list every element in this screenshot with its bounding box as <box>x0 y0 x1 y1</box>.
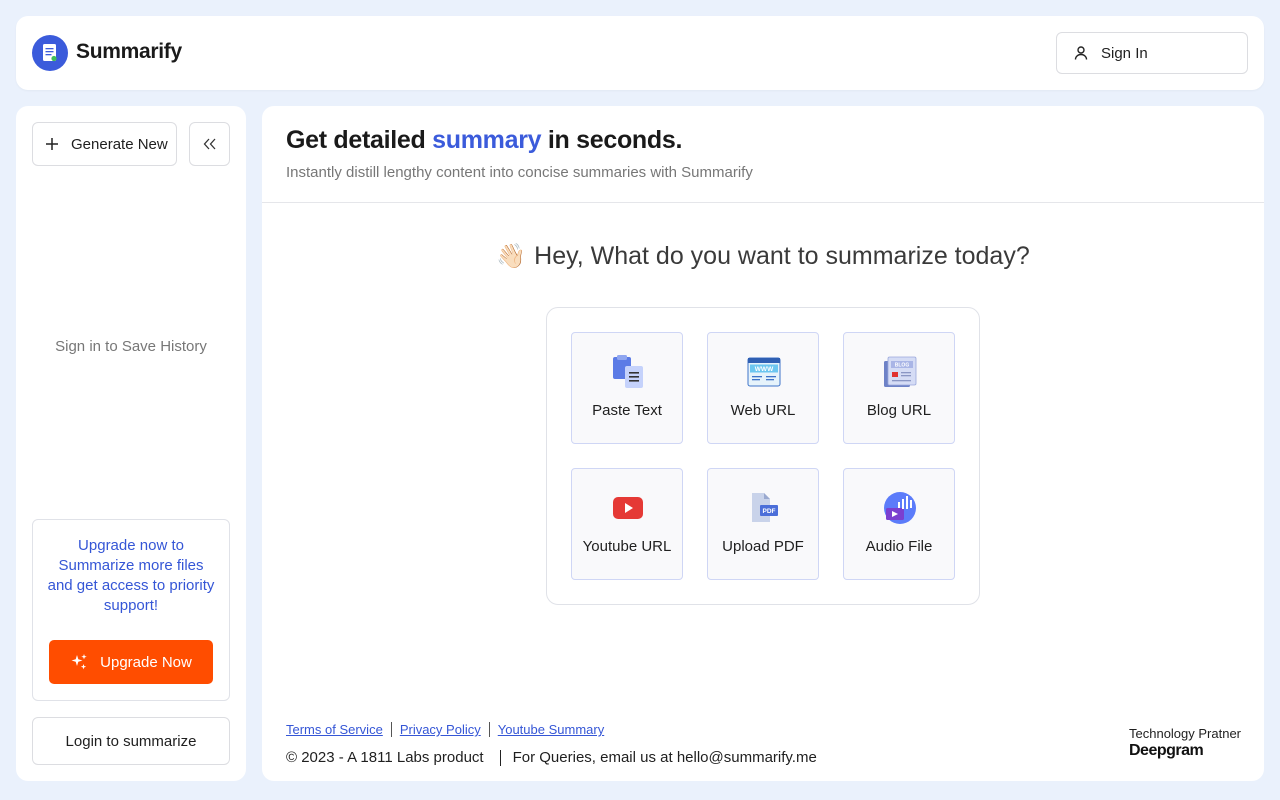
option-label: Youtube URL <box>582 538 672 555</box>
summary-options-panel: Paste Text WWW Web URL BLOG Blog URL You… <box>546 307 980 605</box>
option-label: Upload PDF <box>722 538 804 555</box>
wave-hand-icon: 👋🏻 <box>496 243 527 270</box>
web-url-icon: WWW <box>744 355 784 389</box>
option-label: Blog URL <box>866 402 932 419</box>
upgrade-now-label: Upgrade Now <box>100 653 192 671</box>
greeting: 👋🏻 Hey, What do you want to summarize tod… <box>262 242 1264 271</box>
partner-label: Technology Pratner <box>1129 726 1242 741</box>
sidebar: Generate New Sign in to Save History Upg… <box>16 106 246 781</box>
option-label: Paste Text <box>592 402 662 419</box>
headline-pre: Get detailed <box>286 126 426 154</box>
summarify-logo-icon[interactable] <box>32 35 68 71</box>
chevrons-left-icon <box>203 138 217 150</box>
brand-name[interactable]: Summarify <box>76 40 182 64</box>
svg-text:PDF: PDF <box>763 508 776 515</box>
terms-of-service-link[interactable]: Terms of Service <box>286 722 383 737</box>
plus-icon <box>45 137 59 151</box>
contact-text: For Queries, email us at hello@summarify… <box>512 749 817 766</box>
page-title: Get detailed summary in seconds. <box>286 126 682 155</box>
audio-file-icon <box>880 491 920 525</box>
main-panel: Get detailed summary in seconds. Instant… <box>262 106 1264 781</box>
deepgram-logo[interactable]: Deepgram <box>1129 742 1204 760</box>
sparkles-icon <box>70 653 88 671</box>
pdf-icon: PDF <box>744 491 784 525</box>
svg-text:WWW: WWW <box>755 366 774 373</box>
user-icon <box>1073 45 1089 61</box>
footer-copyright: © 2023 - A 1811 Labs product For Queries… <box>286 749 817 766</box>
upgrade-now-button[interactable]: Upgrade Now <box>49 640 213 684</box>
top-header: Summarify Sign In <box>16 16 1264 90</box>
privacy-policy-link[interactable]: Privacy Policy <box>400 722 481 737</box>
option-label: Audio File <box>865 538 933 555</box>
option-upload-pdf[interactable]: PDF Upload PDF <box>707 468 819 580</box>
footer-separator <box>499 749 501 766</box>
headline-accent: summary <box>432 126 542 154</box>
greeting-text: Hey, What do you want to summarize today… <box>534 242 1030 270</box>
footer-separator <box>488 722 490 737</box>
option-audio-file[interactable]: Audio File <box>843 468 955 580</box>
footer-separator <box>390 722 392 737</box>
generate-new-button[interactable]: Generate New <box>32 122 177 166</box>
history-hint: Sign in to Save History <box>55 338 207 355</box>
option-blog-url[interactable]: BLOG Blog URL <box>843 332 955 444</box>
login-to-summarize-button[interactable]: Login to summarize <box>32 717 230 765</box>
youtube-summary-link[interactable]: Youtube Summary <box>498 722 604 737</box>
sign-in-button[interactable]: Sign In <box>1056 32 1248 74</box>
copyright-text: © 2023 - A 1811 Labs product <box>286 749 484 766</box>
headline-post: in seconds. <box>547 126 683 154</box>
header-divider <box>262 202 1264 203</box>
option-label: Web URL <box>730 402 796 419</box>
option-paste-text[interactable]: Paste Text <box>571 332 683 444</box>
paste-text-icon <box>608 355 648 389</box>
sign-in-label: Sign In <box>1101 44 1148 62</box>
svg-text:BLOG: BLOG <box>895 363 910 369</box>
page-subtitle: Instantly distill lengthy content into c… <box>286 164 753 181</box>
generate-new-label: Generate New <box>71 135 168 153</box>
footer-links: Terms of Service Privacy Policy Youtube … <box>286 722 604 737</box>
blog-url-icon: BLOG <box>880 355 920 389</box>
option-web-url[interactable]: WWW Web URL <box>707 332 819 444</box>
option-youtube-url[interactable]: Youtube URL <box>571 468 683 580</box>
upgrade-card: Upgrade now to Summarize more files and … <box>32 519 230 701</box>
upgrade-text: Upgrade now to Summarize more files and … <box>47 537 215 614</box>
collapse-sidebar-button[interactable] <box>189 122 230 166</box>
youtube-icon <box>608 491 648 525</box>
